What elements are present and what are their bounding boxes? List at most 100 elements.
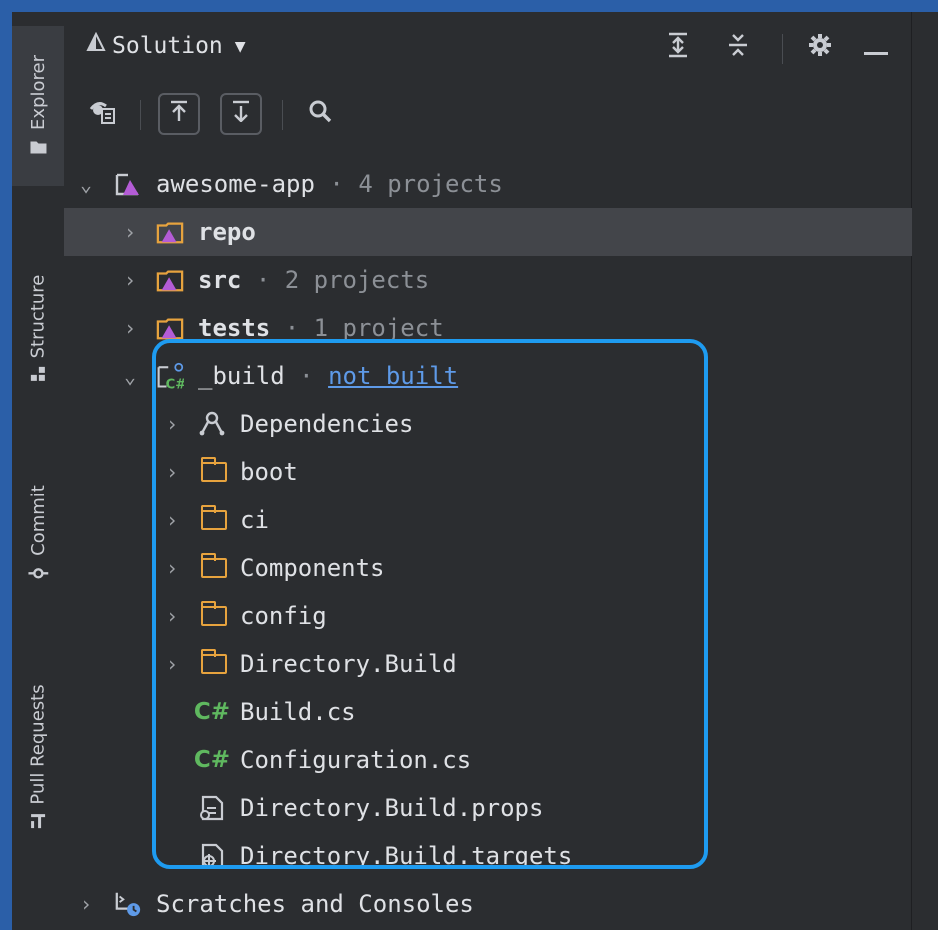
tool-tab-label: Structure (27, 274, 49, 358)
separator-dot: · (329, 170, 344, 198)
tree-item-label: ci (240, 506, 269, 534)
tree-item-label: awesome-app (156, 170, 315, 198)
csharp-icon: C# (193, 699, 231, 725)
solution-icon (86, 31, 106, 60)
chevron-right-icon[interactable]: › (76, 892, 96, 916)
chevron-right-icon[interactable]: › (162, 460, 182, 484)
collapse-down-icon (231, 100, 251, 128)
tree-item-label: repo (198, 218, 256, 246)
folder-icon (200, 649, 228, 678)
chevron-right-icon[interactable]: › (162, 508, 182, 532)
folder-icon (200, 601, 228, 630)
settings-button[interactable] (804, 32, 836, 64)
tree-item-file-build-cs[interactable]: C# Build.cs (64, 688, 912, 736)
collapse-all-button[interactable] (722, 32, 754, 64)
chevron-right-icon[interactable]: › (162, 412, 182, 436)
tree-item-folder-config[interactable]: › config (64, 592, 912, 640)
tree-root-awesome-app[interactable]: ⌄ awesome-app · 4 projects (64, 160, 912, 208)
project-folder-icon (156, 218, 184, 246)
tree-item-repo[interactable]: › repo (64, 208, 912, 256)
tree-item-file-directory-build-props[interactable]: Directory.Build.props (64, 784, 912, 832)
tool-tab-commit[interactable]: Commit (12, 460, 64, 610)
solution-folder-icon (114, 170, 142, 198)
tool-tab-explorer[interactable]: Explorer (12, 26, 64, 186)
svg-text:C#: C# (166, 377, 184, 392)
structure-icon (30, 365, 46, 386)
scratches-icon (114, 890, 142, 918)
tree-item-src[interactable]: › src · 2 projects (64, 256, 912, 304)
chevron-right-icon[interactable]: › (120, 316, 140, 340)
hide-panel-button[interactable] (860, 32, 892, 64)
collapse-all-icon (727, 32, 749, 64)
separator-dot: · (299, 362, 314, 390)
tree-item-build-project[interactable]: ⌄ C# _build · not built (64, 352, 912, 400)
chevron-right-icon[interactable]: › (120, 268, 140, 292)
right-gutter (912, 12, 938, 930)
project-folder-icon (156, 314, 184, 342)
tool-tab-pull-requests[interactable]: Pull Requests (12, 638, 64, 878)
tool-tab-structure[interactable]: Structure (12, 234, 64, 424)
dependencies-icon (198, 410, 226, 438)
tool-window-strip: Explorer Structure Commit Pull Requests (12, 12, 64, 930)
folder-icon (200, 505, 228, 534)
csharp-icon: C# (193, 747, 231, 773)
ide-window: Explorer Structure Commit Pull Requests … (12, 12, 938, 930)
separator-dot: · (255, 266, 271, 294)
props-file-icon (198, 794, 226, 822)
tree-item-label: Build.cs (240, 698, 356, 726)
search-button[interactable] (300, 94, 340, 134)
tree-item-label: src (198, 266, 242, 294)
minimize-icon (864, 34, 888, 62)
collapse-up-button[interactable] (158, 93, 200, 135)
tree-item-label: _build (198, 362, 285, 390)
tree-item-dependencies[interactable]: › Dependencies (64, 400, 912, 448)
csharp-project-icon: C# (156, 362, 184, 392)
project-folder-icon (156, 266, 184, 294)
expand-all-button[interactable] (662, 32, 694, 64)
build-status-link[interactable]: not built (328, 362, 458, 390)
project-count: 4 projects (358, 170, 503, 198)
chevron-down-icon[interactable]: ⌄ (120, 364, 140, 388)
explorer-toolbar (64, 84, 912, 144)
tree-item-label: Configuration.cs (240, 746, 472, 774)
chevron-right-icon[interactable]: › (162, 652, 182, 676)
chevron-right-icon[interactable]: › (162, 556, 182, 580)
tree-item-folder-ci[interactable]: › ci (64, 496, 912, 544)
tree-item-folder-boot[interactable]: › boot (64, 448, 912, 496)
collapse-up-icon (169, 100, 189, 128)
project-count: 2 projects (284, 266, 430, 294)
tree-item-folder-components[interactable]: › Components (64, 544, 912, 592)
tree-item-label: Scratches and Consoles (156, 890, 474, 918)
tree-item-folder-directory-build[interactable]: › Directory.Build (64, 640, 912, 688)
tree-item-label: Directory.Build.props (240, 794, 544, 822)
tree-item-file-configuration-cs[interactable]: C# Configuration.cs (64, 736, 912, 784)
tool-tab-label: Pull Requests (27, 683, 49, 805)
show-hidden-button[interactable] (82, 94, 122, 134)
tree-item-label: Directory.Build (240, 650, 457, 678)
solution-view-selector[interactable]: Solution ▼ (86, 31, 246, 60)
chevron-right-icon[interactable]: › (120, 220, 140, 244)
project-count: 1 project (313, 314, 444, 342)
tree-item-file-directory-build-targets[interactable]: Directory.Build.targets (64, 832, 912, 880)
tool-tab-label: Commit (27, 484, 49, 556)
panel-title: Solution (112, 33, 223, 59)
tree-item-tests[interactable]: › tests · 1 project (64, 304, 912, 352)
pull-request-icon (29, 812, 47, 835)
toolbar-separator (282, 100, 283, 130)
chevron-down-icon[interactable]: ⌄ (76, 172, 96, 196)
collapse-down-button[interactable] (220, 93, 262, 135)
tree-item-label: Directory.Build.targets (240, 842, 573, 870)
panel-header: Solution ▼ (64, 12, 912, 84)
tree-item-scratches-and-consoles[interactable]: › Scratches and Consoles (64, 880, 912, 928)
folder-icon (200, 457, 228, 486)
tree-item-label: Dependencies (240, 410, 414, 438)
expand-all-icon (667, 32, 689, 64)
tree-item-label: config (240, 602, 327, 630)
tree-item-label: Components (240, 554, 385, 582)
gear-icon (808, 33, 832, 63)
chevron-right-icon[interactable]: › (162, 604, 182, 628)
tree-item-label: tests (198, 314, 271, 342)
header-separator (782, 34, 783, 64)
show-hidden-icon (88, 97, 116, 131)
targets-file-icon (198, 842, 226, 870)
